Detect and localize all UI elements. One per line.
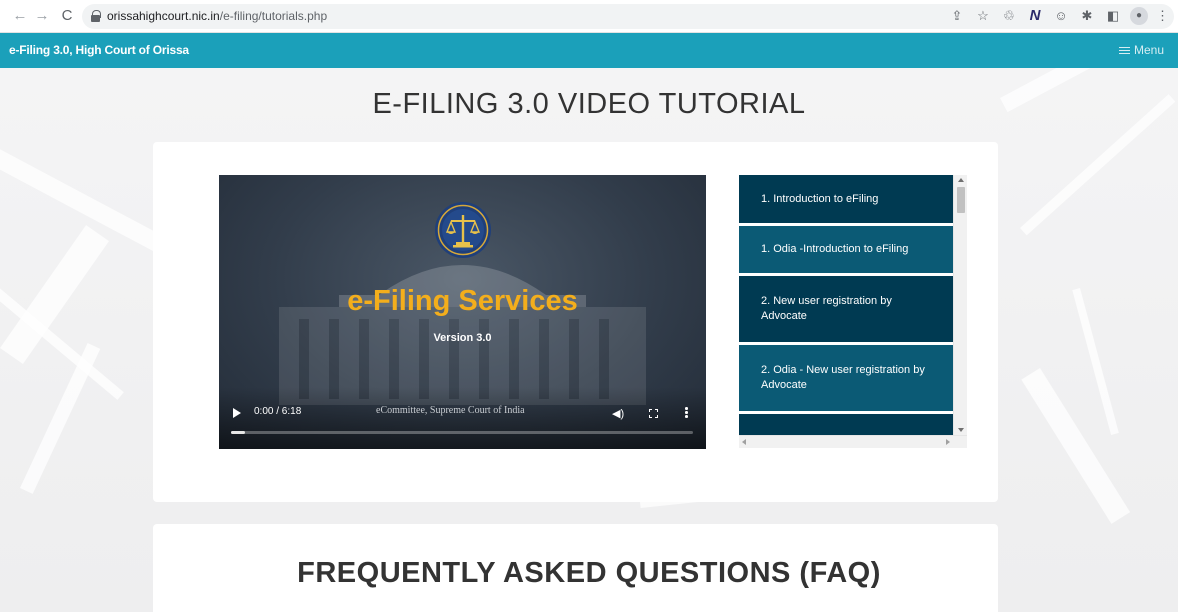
playlist-vertical-scrollbar[interactable]: [953, 175, 967, 435]
video-player[interactable]: e-Filing Services Version 3.0 0:00 / 6:1…: [219, 175, 706, 449]
menu-label: Menu: [1133, 43, 1164, 57]
video-caption: eCommittee, Supreme Court of India: [376, 405, 525, 416]
video-seekbar[interactable]: [231, 431, 693, 434]
scroll-left-icon[interactable]: [742, 439, 746, 445]
site-header: e-Filing 3.0, High Court of Orissa Menu: [0, 33, 1178, 68]
controls-overlay: [219, 387, 706, 449]
url-path: /e-filing/tutorials.php: [219, 9, 328, 23]
volume-icon[interactable]: ◀): [612, 407, 624, 420]
playlist-item-label: 2. Odia - New user registration by Advoc…: [761, 364, 925, 391]
faq-title: FREQUENTLY ASKED QUESTIONS (FAQ): [297, 557, 881, 589]
browser-extension-icons: ⇪ ☆ ♲ N ☺ ✱ ◧ ● ⋮: [948, 7, 1169, 25]
puzzle-icon[interactable]: ✱: [1078, 7, 1096, 25]
profile-icon[interactable]: ●: [1130, 7, 1148, 25]
play-icon[interactable]: [233, 408, 241, 418]
video-time: 0:00 / 6:18: [254, 406, 302, 417]
recycle-icon[interactable]: ♲: [1000, 7, 1018, 25]
smiley-icon[interactable]: ☺: [1052, 7, 1070, 25]
playlist-horizontal-scrollbar[interactable]: [739, 435, 967, 448]
video-version: Version 3.0: [433, 332, 492, 344]
page-title: E-FILING 3.0 VIDEO TUTORIAL: [372, 88, 806, 120]
scroll-up-icon[interactable]: [958, 178, 964, 182]
kebab-icon[interactable]: ⋮: [1156, 7, 1169, 25]
playlist-item-label: 1. Odia -Introduction to eFiling: [761, 243, 909, 255]
menu-button[interactable]: Menu: [1118, 43, 1164, 57]
playlist-item[interactable]: 1. Odia -Introduction to eFiling: [739, 226, 953, 273]
scroll-down-icon[interactable]: [958, 428, 964, 432]
forward-icon[interactable]: →: [33, 7, 51, 25]
playlist-item[interactable]: 1. Introduction to eFiling: [739, 175, 953, 223]
browser-toolbar: ← → C orissahighcourt.nic.in/e-filing/tu…: [0, 0, 1178, 33]
playlist-item-label: 2. New user registration by Advocate: [761, 295, 892, 322]
sidepanel-icon[interactable]: ◧: [1104, 7, 1122, 25]
tutorial-playlist: 1. Introduction to eFiling 1. Odia -Intro…: [739, 175, 967, 448]
onenote-icon[interactable]: N: [1026, 7, 1044, 25]
fullscreen-icon[interactable]: [649, 409, 658, 418]
video-heading: e-Filing Services: [347, 285, 578, 317]
scroll-right-icon[interactable]: [946, 439, 950, 445]
scrollbar-thumb[interactable]: [957, 187, 965, 213]
playlist-item[interactable]: 2. Odia - New user registration by Advoc…: [739, 345, 953, 411]
video-options-icon[interactable]: [685, 407, 688, 418]
playlist-item-label: 1. Introduction to eFiling: [761, 192, 879, 205]
seekbar-progress: [231, 431, 245, 434]
url-host: orissahighcourt.nic.in: [107, 9, 220, 23]
court-emblem-icon: [435, 202, 491, 258]
playlist-item[interactable]: 2. New user registration by Advocate: [739, 276, 953, 342]
lock-icon[interactable]: [91, 10, 101, 22]
reload-icon[interactable]: C: [58, 7, 76, 25]
site-brand[interactable]: e-Filing 3.0, High Court of Orissa: [9, 43, 189, 57]
share-icon[interactable]: ⇪: [948, 7, 966, 25]
back-icon[interactable]: ←: [11, 7, 29, 25]
hamburger-icon: [1118, 46, 1130, 55]
star-icon[interactable]: ☆: [974, 7, 992, 25]
building-backdrop: [279, 265, 646, 405]
url-text[interactable]: orissahighcourt.nic.in/e-filing/tutorial…: [107, 9, 327, 23]
